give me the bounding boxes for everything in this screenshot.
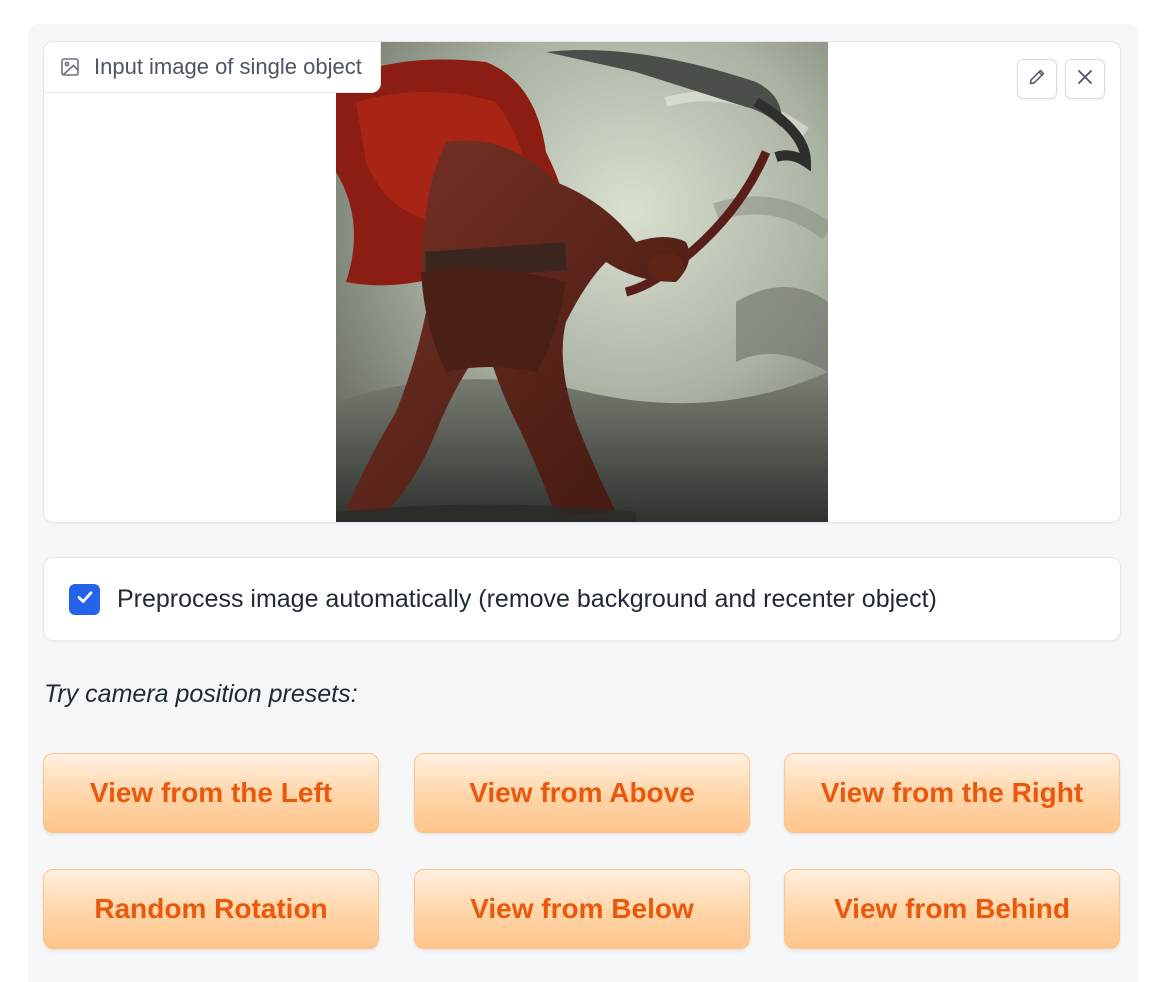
preprocess-option[interactable]: Preprocess image automatically (remove b… <box>43 557 1121 641</box>
checkmark-icon <box>75 587 95 612</box>
uploaded-image <box>336 42 828 522</box>
presets-heading: Try camera position presets: <box>44 680 358 708</box>
view-left-button[interactable]: View from the Left <box>43 753 379 833</box>
edit-image-button[interactable] <box>1017 59 1057 99</box>
view-right-button[interactable]: View from the Right <box>784 753 1120 833</box>
clear-image-button[interactable] <box>1065 59 1105 99</box>
view-above-button[interactable]: View from Above <box>414 753 750 833</box>
view-below-button[interactable]: View from Below <box>414 869 750 949</box>
image-input[interactable]: Input image of single object <box>43 41 1121 523</box>
close-icon <box>1076 68 1094 91</box>
view-behind-button[interactable]: View from Behind <box>784 869 1120 949</box>
preprocess-checkbox[interactable] <box>69 583 100 615</box>
image-icon <box>60 57 80 77</box>
image-input-label-tag: Input image of single object <box>44 42 381 93</box>
pencil-icon <box>1027 67 1047 92</box>
preprocess-label[interactable]: Preprocess image automatically (remove b… <box>117 585 937 614</box>
image-input-label: Input image of single object <box>94 54 362 79</box>
random-rotation-button[interactable]: Random Rotation <box>43 869 379 949</box>
